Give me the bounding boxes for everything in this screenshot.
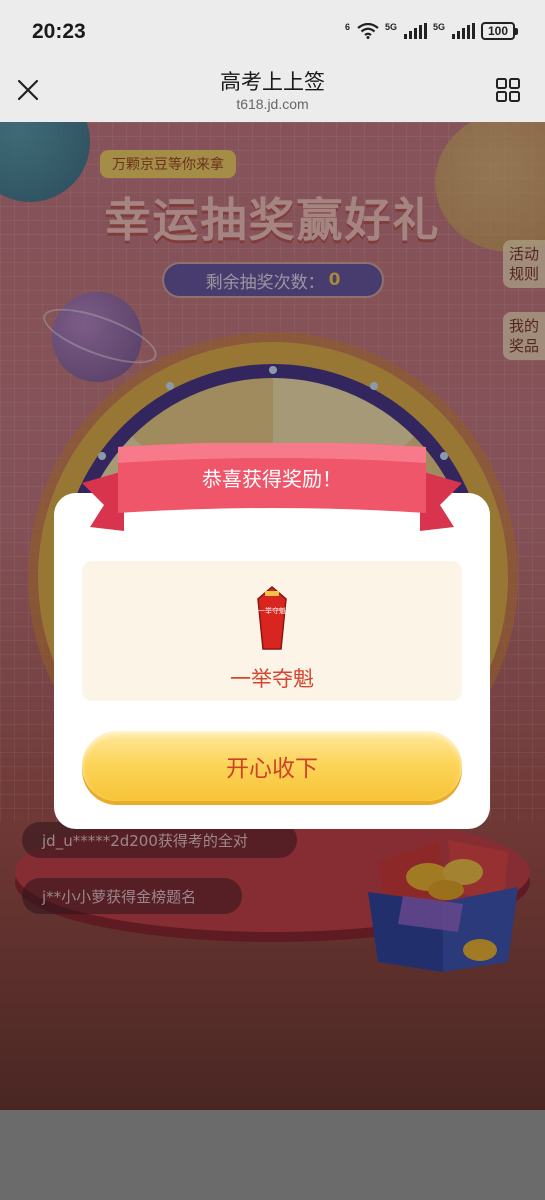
status-bar: 20:23 6 5G 5G 100	[0, 0, 545, 62]
wifi-label: 6	[344, 22, 350, 32]
lucky-charm-icon: 一举夺魁	[257, 586, 287, 650]
accept-button[interactable]: 开心收下	[82, 731, 462, 801]
ribbon-title: 恭喜获得奖励！	[202, 467, 342, 491]
signal2-icon	[452, 23, 475, 39]
congrats-ribbon: 恭喜获得奖励！	[82, 442, 462, 539]
signal1-icon	[403, 23, 427, 39]
status-time: 20:23	[32, 20, 86, 43]
grid-menu-icon[interactable]	[495, 77, 521, 103]
signal2-label: 5G	[432, 22, 445, 32]
battery-icon: 100	[481, 22, 518, 40]
reward-modal: 一举夺魁 一举夺魁 开心收下	[54, 493, 490, 829]
page-title: 高考上上签	[220, 70, 325, 94]
prize-name: 一举夺魁	[230, 667, 314, 691]
status-icons: 6 5G 5G 100	[344, 22, 518, 40]
nav-bar: 高考上上签 t618.jd.com	[0, 62, 545, 122]
wifi-icon	[357, 23, 379, 39]
signal1-label: 5G	[384, 22, 397, 32]
prize-box: 一举夺魁 一举夺魁	[82, 561, 462, 701]
charm-char: 一举夺魁	[258, 606, 286, 615]
bottom-area	[0, 1110, 545, 1200]
page-url: t618.jd.com	[236, 96, 309, 112]
